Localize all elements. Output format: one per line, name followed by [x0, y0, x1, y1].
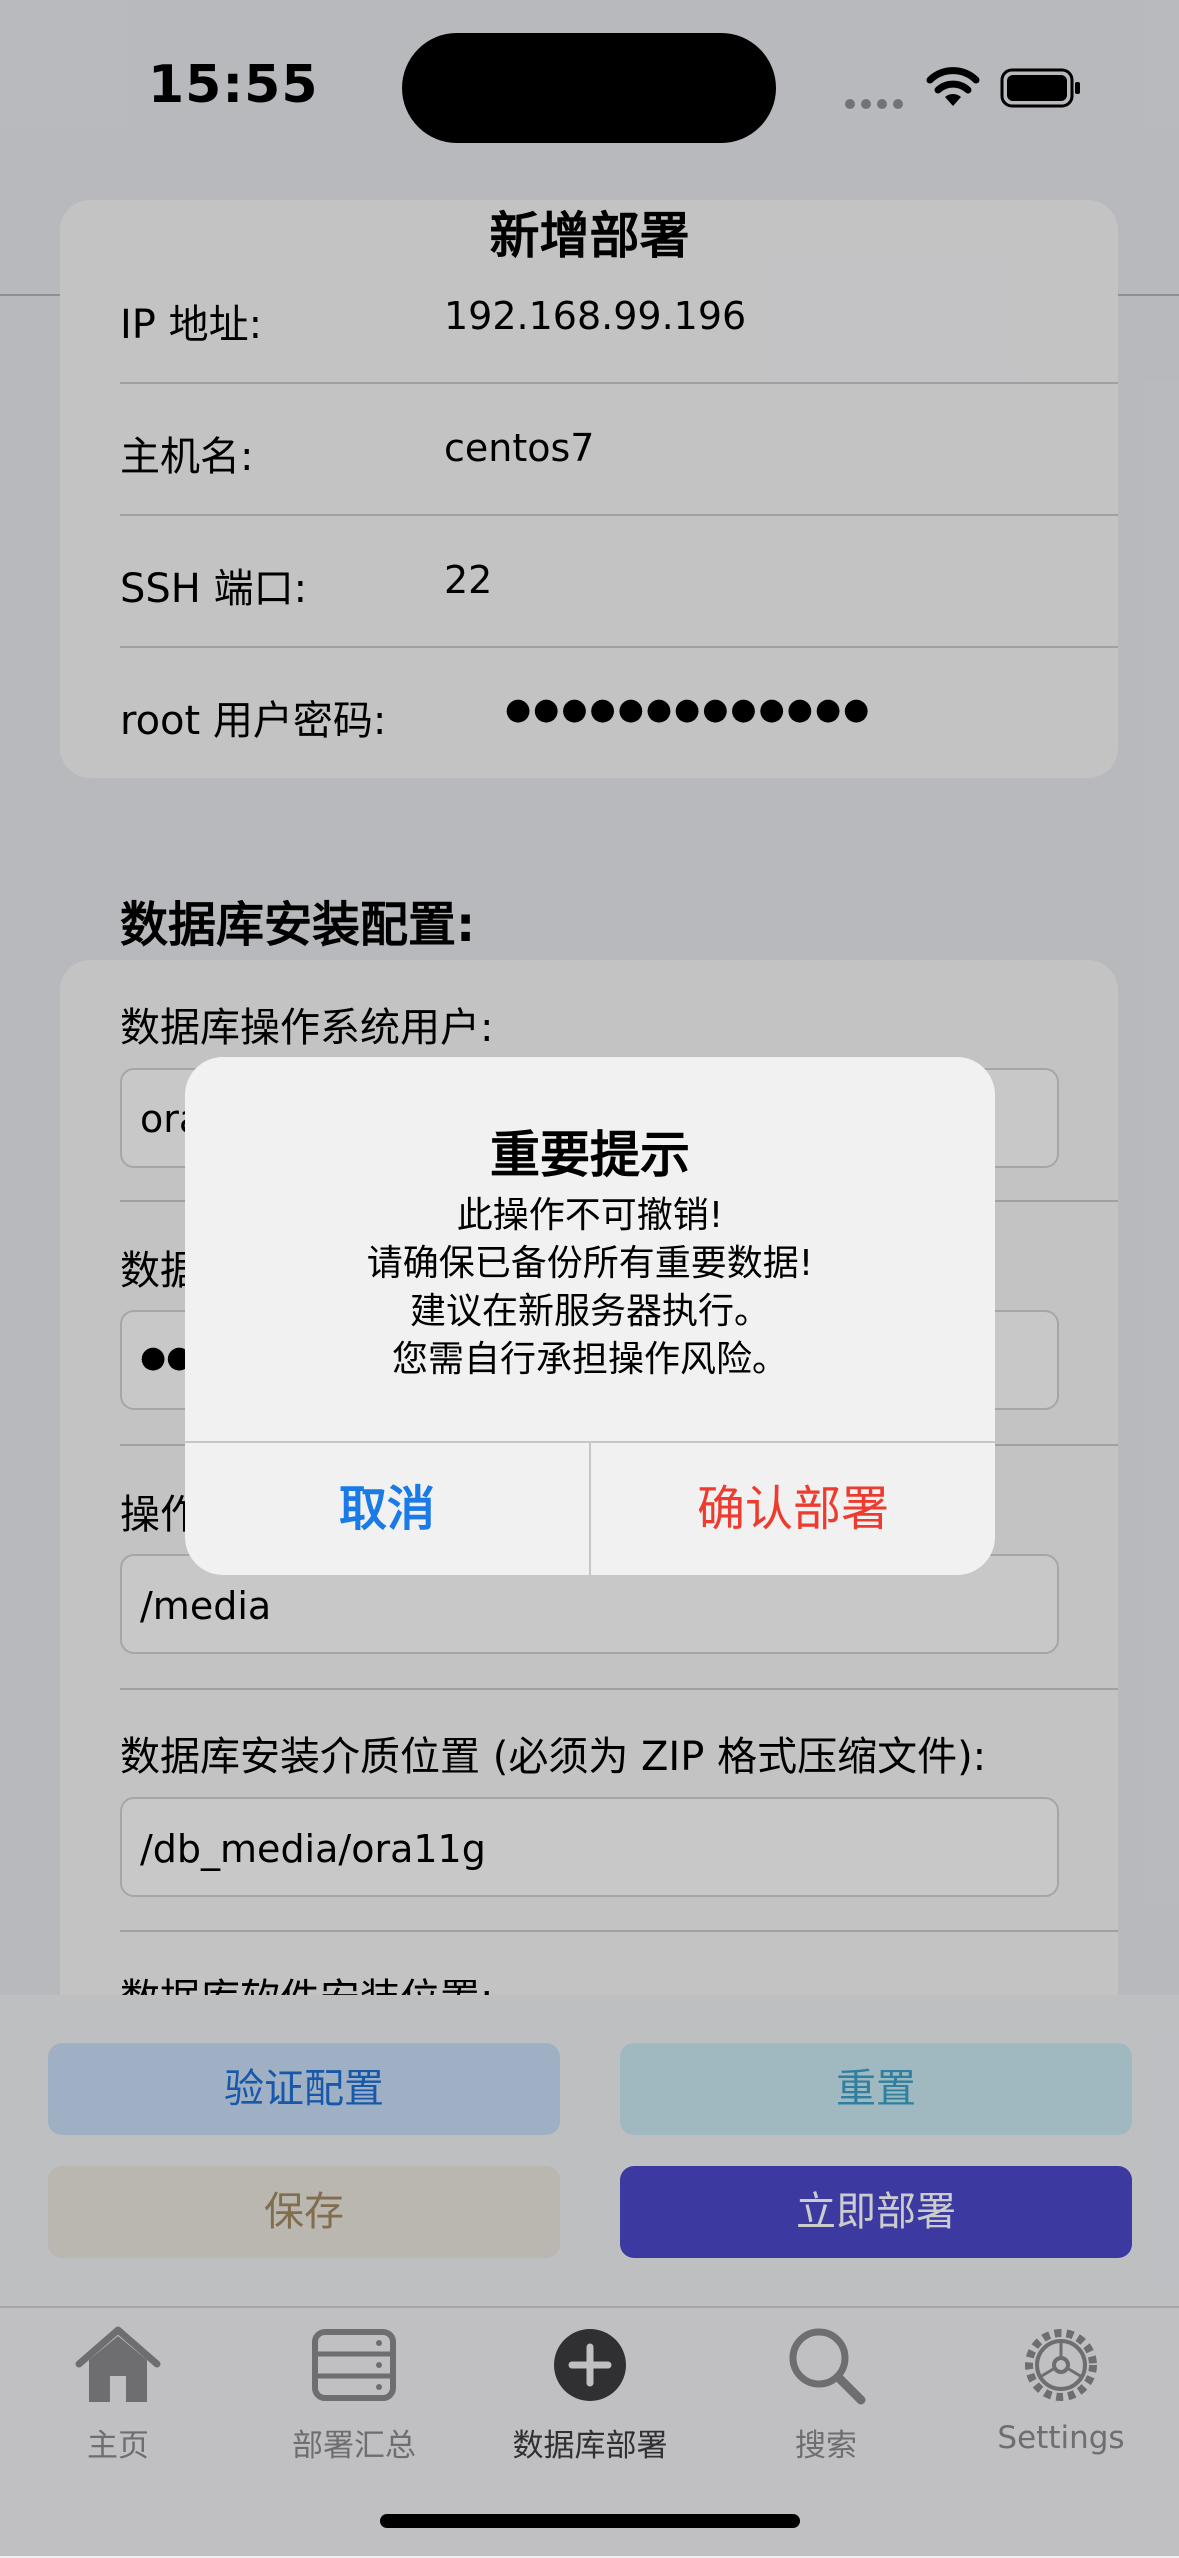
alert-dialog: 重要提示 此操作不可撤销! 请确保已备份所有重要数据! 建议在新服务器执行。 您…: [185, 1057, 995, 1575]
alert-title: 重要提示: [490, 1126, 690, 1184]
alert-line: 您需自行承担操作风险。: [391, 1339, 788, 1380]
alert-line: 此操作不可撤销!: [456, 1195, 724, 1236]
page-title: 新增部署: [489, 207, 690, 265]
alert-line: 建议在新服务器执行。: [409, 1291, 770, 1332]
alert-message: 此操作不可撤销! 请确保已备份所有重要数据! 建议在新服务器执行。 您需自行承担…: [185, 1192, 995, 1384]
confirm-deploy-button[interactable]: 确认部署: [591, 1443, 995, 1575]
alert-line: 请确保已备份所有重要数据!: [366, 1243, 814, 1284]
cancel-button[interactable]: 取消: [185, 1443, 589, 1575]
